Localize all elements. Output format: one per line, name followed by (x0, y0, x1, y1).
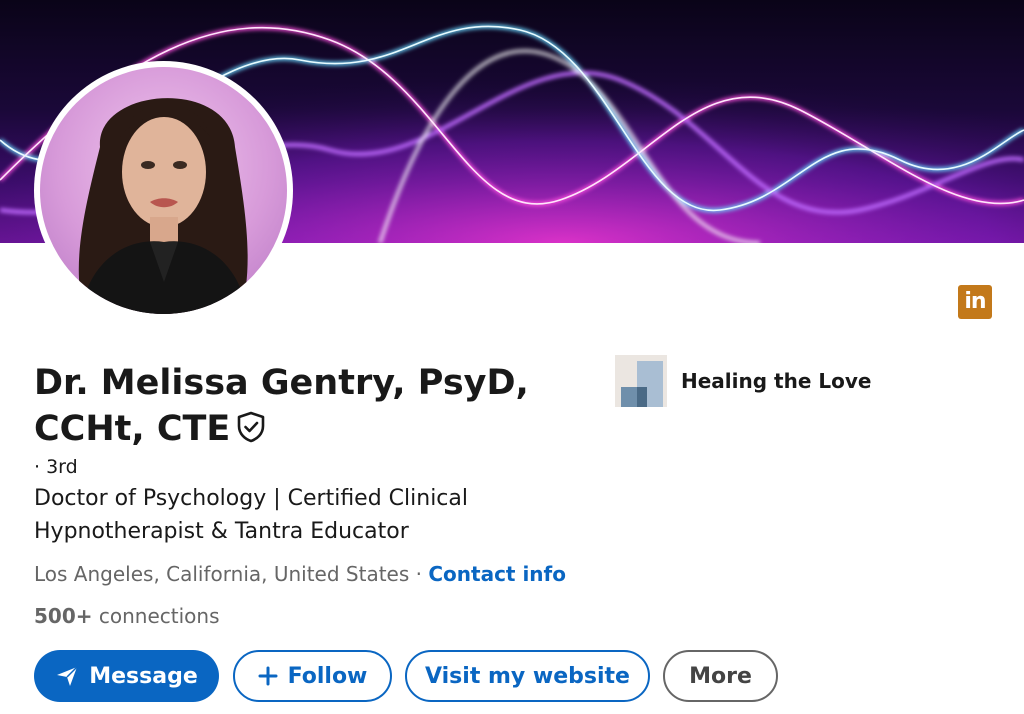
visit-website-button[interactable]: Visit my website (405, 650, 650, 702)
more-button[interactable]: More (663, 650, 778, 702)
company-name: Healing the Love (681, 369, 872, 393)
company-logo-graphic (615, 355, 667, 407)
connections-count[interactable]: 500+ connections (34, 604, 220, 628)
plus-icon (258, 666, 278, 686)
profile-photo-image (40, 67, 287, 314)
profile-location: Los Angeles, California, United States (34, 562, 410, 586)
profile-page: in Healing the Love Dr. Melissa Gentry, … (0, 0, 1024, 714)
profile-photo[interactable] (34, 61, 293, 320)
linkedin-icon: in (958, 285, 992, 319)
profile-name: Dr. Melissa Gentry, PsyD, CCHt, CTE (34, 360, 594, 455)
verified-shield-icon[interactable] (236, 409, 266, 455)
contact-info-link[interactable]: Contact info (428, 562, 566, 586)
portrait-illustration (78, 98, 248, 314)
profile-headline: Doctor of Psychology | Certified Clinica… (34, 486, 468, 544)
connections-number: 500+ (34, 604, 93, 628)
visit-website-button-label: Visit my website (425, 663, 630, 689)
location-separator: · (409, 562, 429, 586)
message-button[interactable]: Message (34, 650, 219, 702)
send-icon (55, 664, 79, 688)
location-line: Los Angeles, California, United States ·… (34, 562, 566, 586)
profile-name-text: Dr. Melissa Gentry, PsyD, CCHt, CTE (34, 363, 529, 449)
follow-button[interactable]: Follow (233, 650, 392, 702)
follow-button-label: Follow (287, 663, 368, 689)
connection-degree: · 3rd (34, 456, 78, 478)
current-company[interactable]: Healing the Love (615, 355, 871, 407)
message-button-label: Message (89, 663, 198, 689)
company-logo (615, 355, 667, 407)
more-button-label: More (689, 663, 752, 689)
connections-label: connections (92, 604, 220, 628)
